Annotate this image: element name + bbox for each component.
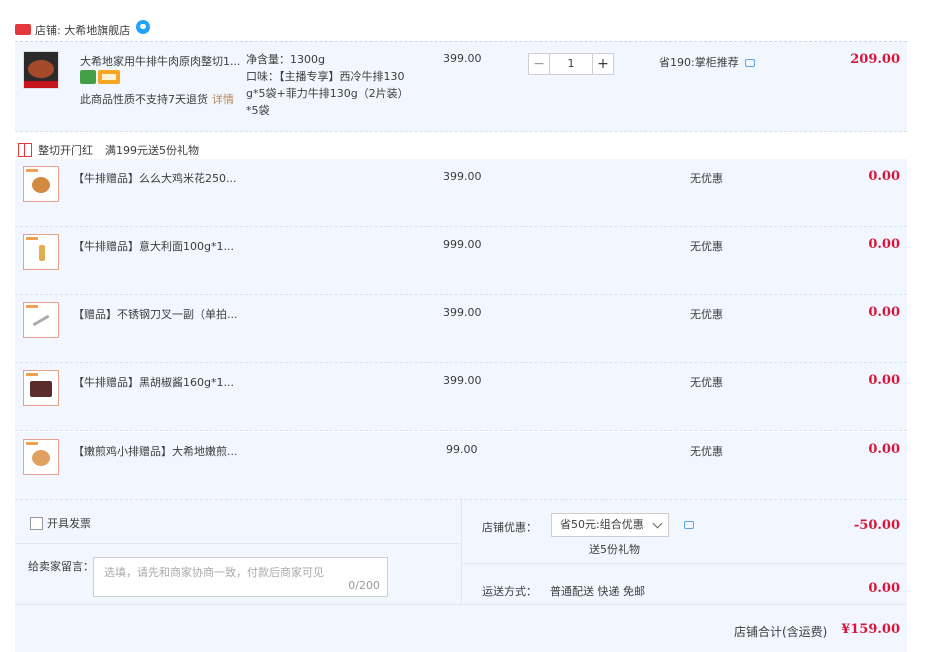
gift-thumbnail[interactable] (23, 302, 59, 338)
quantity-input[interactable]: 1 (550, 53, 592, 75)
gift-section-label: 整切开门红 (38, 144, 93, 157)
shipping-label: 运送方式： (482, 585, 537, 598)
gift-title[interactable]: 【嫩煎鸡小排赠品】大希地嫩煎... (73, 443, 238, 459)
invoice-label: 开具发票 (47, 517, 91, 530)
gift-title[interactable]: 【牛排赠品】么么大鸡米花250... (73, 170, 237, 186)
main-item-title[interactable]: 大希地家用牛排牛肉原肉整切1... (80, 53, 241, 69)
wangwang-chat-icon[interactable] (136, 19, 151, 34)
store-total-label: 店铺合计(含运费) (734, 625, 828, 639)
coupon-badge-icon (98, 70, 120, 84)
main-item-promo: 省190:掌柜推荐 (659, 54, 755, 70)
main-item-unit-price: 399.00 (443, 52, 482, 65)
gift-section-rule: 满199元送5份礼物 (105, 144, 199, 157)
tmall-badge-icon (15, 24, 31, 35)
quantity-decrease-button[interactable]: − (528, 53, 550, 75)
seller-message-input[interactable]: 选填，请先和商家协商一致，付款后商家可见 0/200 (93, 557, 388, 597)
gift-price: 99.00 (446, 443, 478, 456)
quantity-stepper: − 1 + (528, 53, 614, 75)
main-item-row: 大希地家用牛排牛肉原肉整切1... 此商品性质不支持7天退货 详情 净含量：130… (15, 42, 907, 132)
store-header: 店铺: 大希地旗舰店 (15, 18, 907, 42)
gift-total: 0.00 (868, 442, 900, 457)
store-discount-select[interactable]: 省50元:组合优惠 (551, 513, 669, 537)
gift-icon (18, 143, 32, 157)
gift-thumbnail[interactable] (23, 439, 59, 475)
gift-title[interactable]: 【赠品】不锈钢刀叉一副（单拍... (73, 306, 238, 322)
gift-price: 399.00 (443, 170, 482, 183)
gift-total: 0.00 (868, 373, 900, 388)
main-item-spec: 净含量：1300g 口味：【主播专享】西冷牛排130 g*5袋+菲力牛排130g… (246, 53, 409, 117)
gift-count-text: 送5份礼物 (589, 543, 640, 556)
gift-thumbnail[interactable] (23, 234, 59, 270)
shipping-cost: 0.00 (868, 581, 900, 596)
chevron-down-icon (652, 518, 663, 529)
gift-total: 0.00 (868, 305, 900, 320)
discount-chat-icon[interactable] (684, 521, 694, 529)
gift-title[interactable]: 【牛排赠品】黑胡椒酱160g*1... (73, 374, 234, 390)
gift-price: 399.00 (443, 306, 482, 319)
gift-thumbnail[interactable] (23, 166, 59, 202)
detail-link[interactable]: 详情 (212, 93, 234, 106)
gift-total: 0.00 (868, 237, 900, 252)
store-discount-label: 店铺优惠： (482, 521, 537, 534)
quantity-increase-button[interactable]: + (592, 53, 614, 75)
gift-discount: 无优惠 (690, 445, 723, 458)
gift-discount: 无优惠 (690, 308, 723, 321)
gift-section-header: 整切开门红 满199元送5份礼物 (18, 142, 199, 158)
invoice-option[interactable]: 开具发票 (30, 515, 91, 531)
store-name[interactable]: 店铺: 大希地旗舰店 (35, 22, 130, 38)
shipping-method: 普通配送 快递 免邮 (550, 585, 645, 598)
gift-price: 399.00 (443, 374, 482, 387)
gift-discount: 无优惠 (690, 240, 723, 253)
gift-thumbnail[interactable] (23, 370, 59, 406)
promo-chat-icon[interactable] (744, 59, 755, 67)
message-placeholder: 选填，请先和商家协商一致，付款后商家可见 (104, 566, 324, 579)
return-notice: 此商品性质不支持7天退货 详情 (80, 93, 234, 106)
main-item-thumbnail[interactable] (23, 51, 59, 89)
gift-title[interactable]: 【牛排赠品】意大利面100g*1... (73, 238, 234, 254)
gift-discount: 无优惠 (690, 172, 723, 185)
invoice-checkbox[interactable] (30, 516, 43, 530)
gift-row: 【牛排赠品】意大利面100g*1... 999.00 无优惠 0.00 (15, 227, 907, 295)
main-item-total: 209.00 (850, 52, 900, 67)
gift-row: 【牛排赠品】么么大鸡米花250... 399.00 无优惠 0.00 (15, 159, 907, 227)
message-char-count: 0/200 (348, 579, 380, 592)
gift-row: 【牛排赠品】黑胡椒酱160g*1... 399.00 无优惠 0.00 (15, 363, 907, 431)
gift-row: 【嫩煎鸡小排赠品】大希地嫩煎... 99.00 无优惠 0.00 (15, 432, 907, 500)
order-footer: 开具发票 给卖家留言： 选填，请先和商家协商一致，付款后商家可见 0/200 店… (15, 500, 907, 652)
store-discount-value: -50.00 (853, 518, 900, 533)
message-label: 给卖家留言： (28, 560, 94, 573)
service-badge-icon (80, 70, 96, 84)
gift-total: 0.00 (868, 169, 900, 184)
gift-price: 999.00 (443, 238, 482, 251)
gift-row: 【赠品】不锈钢刀叉一副（单拍... 399.00 无优惠 0.00 (15, 295, 907, 363)
gift-discount: 无优惠 (690, 376, 723, 389)
store-total-value: ¥159.00 (841, 622, 900, 637)
service-badges (80, 70, 120, 84)
